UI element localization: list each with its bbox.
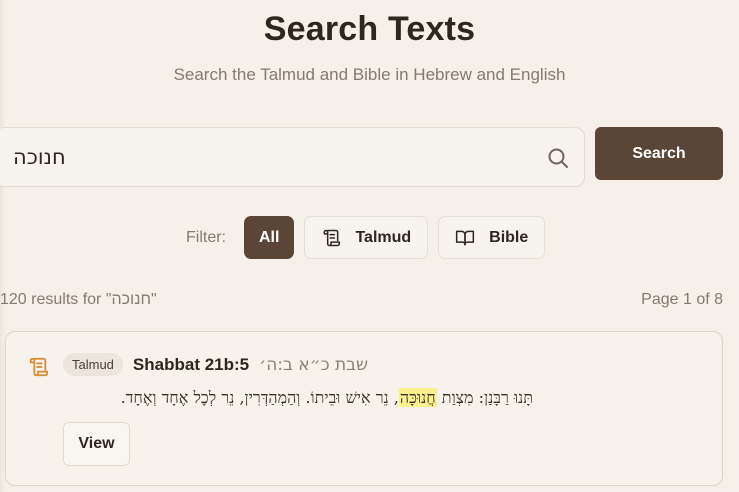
view-button[interactable]: View [63, 422, 130, 466]
search-button[interactable]: Search [595, 127, 723, 180]
filter-bible-button[interactable]: Bible [438, 216, 546, 259]
filter-bible-label: Bible [489, 228, 529, 246]
result-snippet: תָּנוּ רַבָּנַן: מִצְוַת חֲנוּכָּה, נֵר … [63, 388, 533, 408]
results-count: 120 results for "חנוכה" [0, 291, 157, 308]
search-box [0, 127, 585, 187]
search-icon[interactable] [546, 146, 570, 170]
scroll-icon [324, 229, 341, 246]
filter-talmud-button[interactable]: Talmud [304, 216, 429, 259]
page-title: Search Texts [263, 10, 476, 48]
result-hebrew-reference: שבת כ״א ב:ה׳ [259, 354, 369, 375]
search-input[interactable] [13, 128, 533, 186]
filter-all-button[interactable]: All [244, 216, 295, 259]
page-subtitle: Search the Talmud and Bible in Hebrew an… [173, 65, 566, 84]
scroll-icon [29, 357, 49, 377]
snippet-text-after: , נֵר אִישׁ וּבֵיתוֹ. וְהַמְהַדְּרִין, נ… [120, 388, 399, 407]
book-open-icon [456, 230, 475, 245]
result-header: Talmud Shabbat 21b:5 שבת כ״א ב:ה׳ [63, 353, 368, 376]
filter-bar: Filter: All Talmud Bible [186, 216, 555, 259]
result-source-badge: Talmud [63, 353, 123, 376]
filter-talmud-label: Talmud [355, 228, 412, 246]
result-reference[interactable]: Shabbat 21b:5 [133, 355, 249, 375]
page-indicator: Page 1 of 8 [641, 291, 723, 308]
filter-all-label: All [259, 228, 280, 246]
filter-label: Filter: [186, 228, 226, 246]
result-card: Talmud Shabbat 21b:5 שבת כ״א ב:ה׳ תָּנוּ… [5, 331, 723, 486]
snippet-text-before: תָּנוּ רַבָּנַן: מִצְוַת [436, 388, 533, 407]
snippet-highlight: חֲנוּכָּה [398, 388, 437, 407]
